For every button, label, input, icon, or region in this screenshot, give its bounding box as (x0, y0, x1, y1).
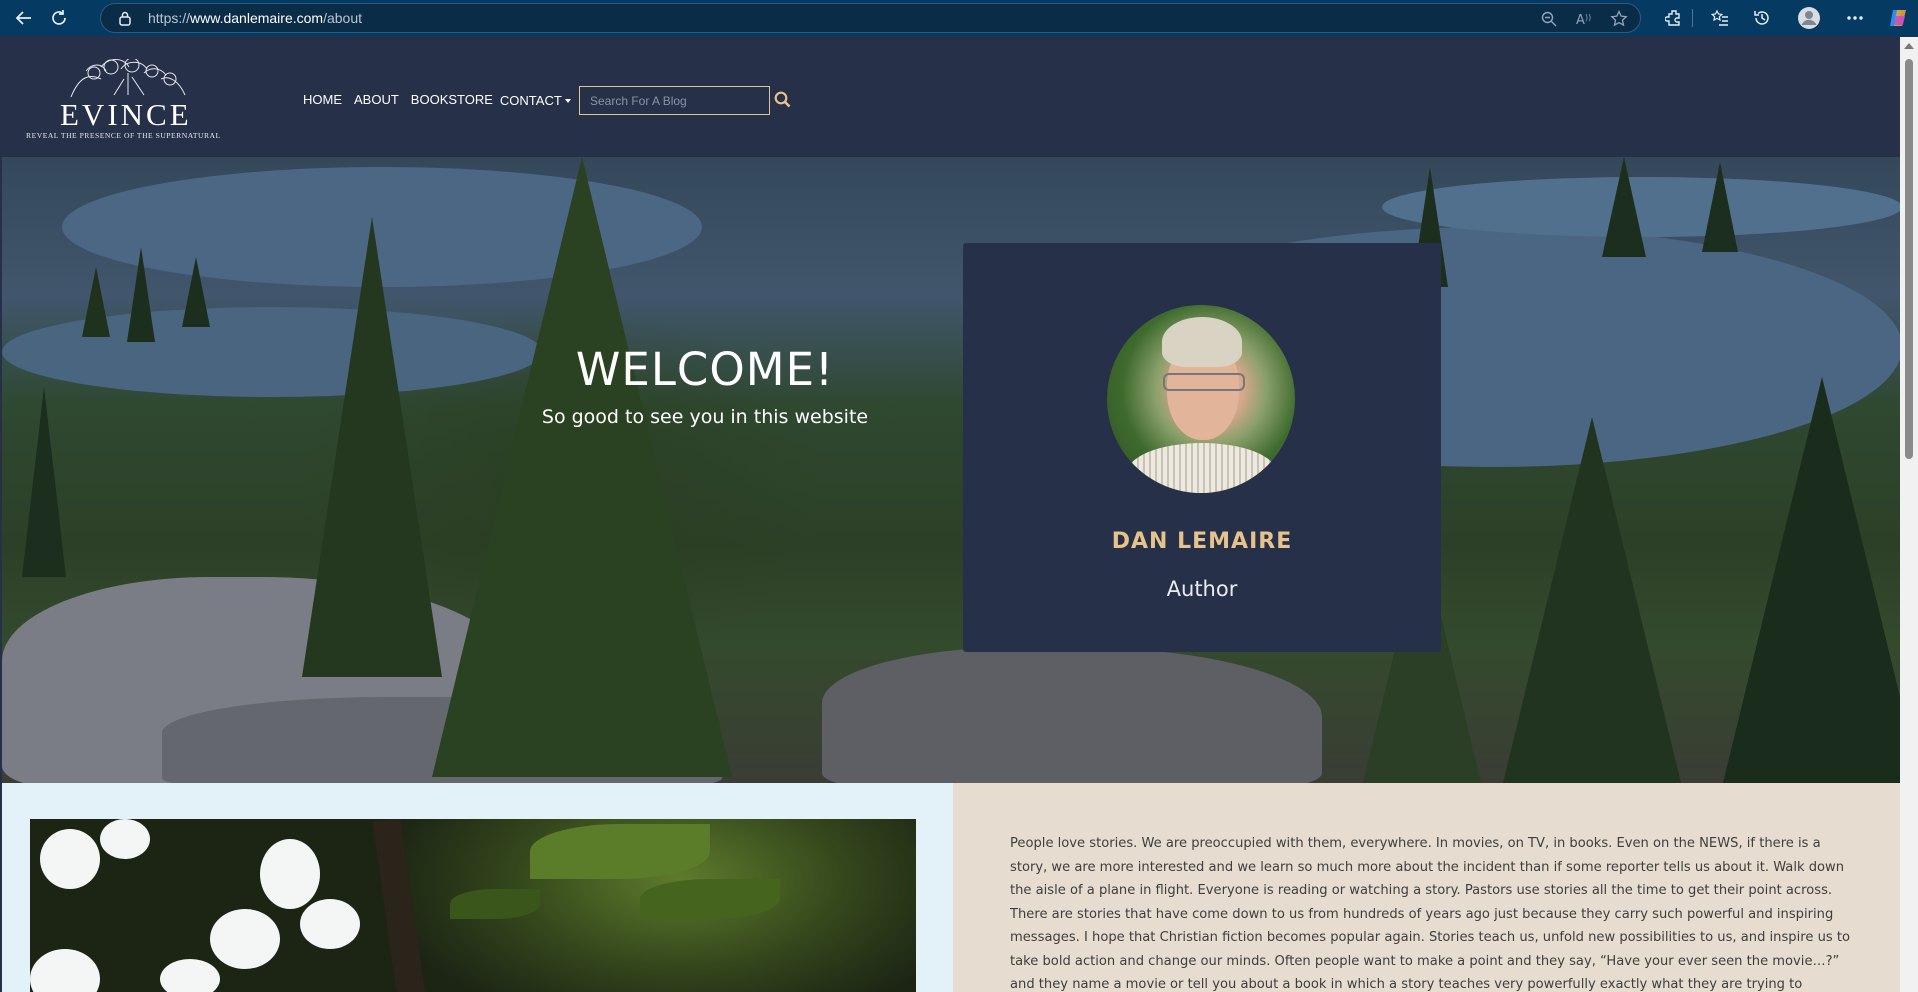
favorites-list-icon[interactable] (1706, 4, 1734, 32)
browser-toolbar: https://www.danlemaire.com/about A)) (0, 0, 1918, 36)
search-icon[interactable] (774, 91, 792, 109)
welcome-subtitle: So good to see you in this website (541, 406, 869, 428)
nav-about[interactable]: ABOUT (354, 92, 399, 110)
author-photo (1107, 305, 1295, 493)
address-bar[interactable]: https://www.danlemaire.com/about A)) (100, 3, 1641, 33)
copilot-icon[interactable] (1884, 4, 1912, 32)
read-aloud-icon[interactable]: A)) (1573, 8, 1595, 30)
site-header: EVINCE REVEAL THE PRESENCE OF THE SUPERN… (2, 37, 1900, 157)
nav-home[interactable]: HOME (303, 92, 342, 110)
svg-text:)): )) (1585, 13, 1591, 22)
logo-tagline: REVEAL THE PRESENCE OF THE SUPERNATURAL (26, 131, 221, 140)
favorite-star-icon[interactable] (1608, 8, 1630, 30)
blog-search-input[interactable] (579, 86, 770, 115)
toolbar-divider (1692, 9, 1693, 27)
logo-title: EVINCE (60, 97, 192, 132)
history-icon[interactable] (1748, 4, 1776, 32)
tree-silhouette-icon (70, 59, 186, 98)
svg-text:A: A (1576, 13, 1585, 27)
main-nav: HOME ABOUT BOOKSTORE CONTACT (303, 92, 571, 110)
scroll-up-icon[interactable] (1904, 43, 1914, 49)
more-options-icon[interactable] (1841, 4, 1869, 32)
author-name: DAN LEMAIRE (1111, 529, 1293, 554)
url-path: /about (323, 10, 363, 26)
about-text-panel: People love stories. We are preoccupied … (953, 783, 1900, 992)
refresh-icon[interactable] (45, 4, 73, 32)
hero-background-image (2, 157, 1900, 783)
back-icon[interactable] (10, 4, 38, 32)
lock-icon[interactable] (118, 11, 132, 31)
nav-contact-label[interactable]: CONTACT (500, 93, 562, 108)
scrollbar-thumb[interactable] (1905, 59, 1913, 459)
profile-avatar-icon[interactable] (1795, 4, 1823, 32)
site-logo[interactable]: EVINCE REVEAL THE PRESENCE OF THE SUPERN… (26, 59, 226, 141)
web-page: EVINCE REVEAL THE PRESENCE OF THE SUPERN… (2, 37, 1900, 992)
extensions-icon[interactable] (1660, 4, 1688, 32)
chevron-down-icon[interactable] (564, 98, 571, 103)
url-scheme: https:// (148, 10, 191, 26)
welcome-title: WELCOME! (575, 343, 835, 396)
url-text[interactable]: https://www.danlemaire.com/about (148, 10, 362, 26)
author-role: Author (1166, 577, 1238, 601)
zoom-out-icon[interactable] (1538, 8, 1560, 30)
image-panel (2, 783, 953, 992)
page-scrollbar[interactable] (1900, 37, 1918, 992)
nav-bookstore[interactable]: BOOKSTORE (411, 92, 493, 110)
url-domain: www.danlemaire.com (190, 10, 324, 26)
hero-section: WELCOME! So good to see you in this webs… (2, 157, 1900, 783)
author-card: DAN LEMAIRE Author (963, 243, 1441, 652)
blossom-photo (30, 819, 916, 992)
nav-contact[interactable]: CONTACT (500, 92, 571, 110)
about-paragraph: People love stories. We are preoccupied … (1010, 836, 1850, 992)
